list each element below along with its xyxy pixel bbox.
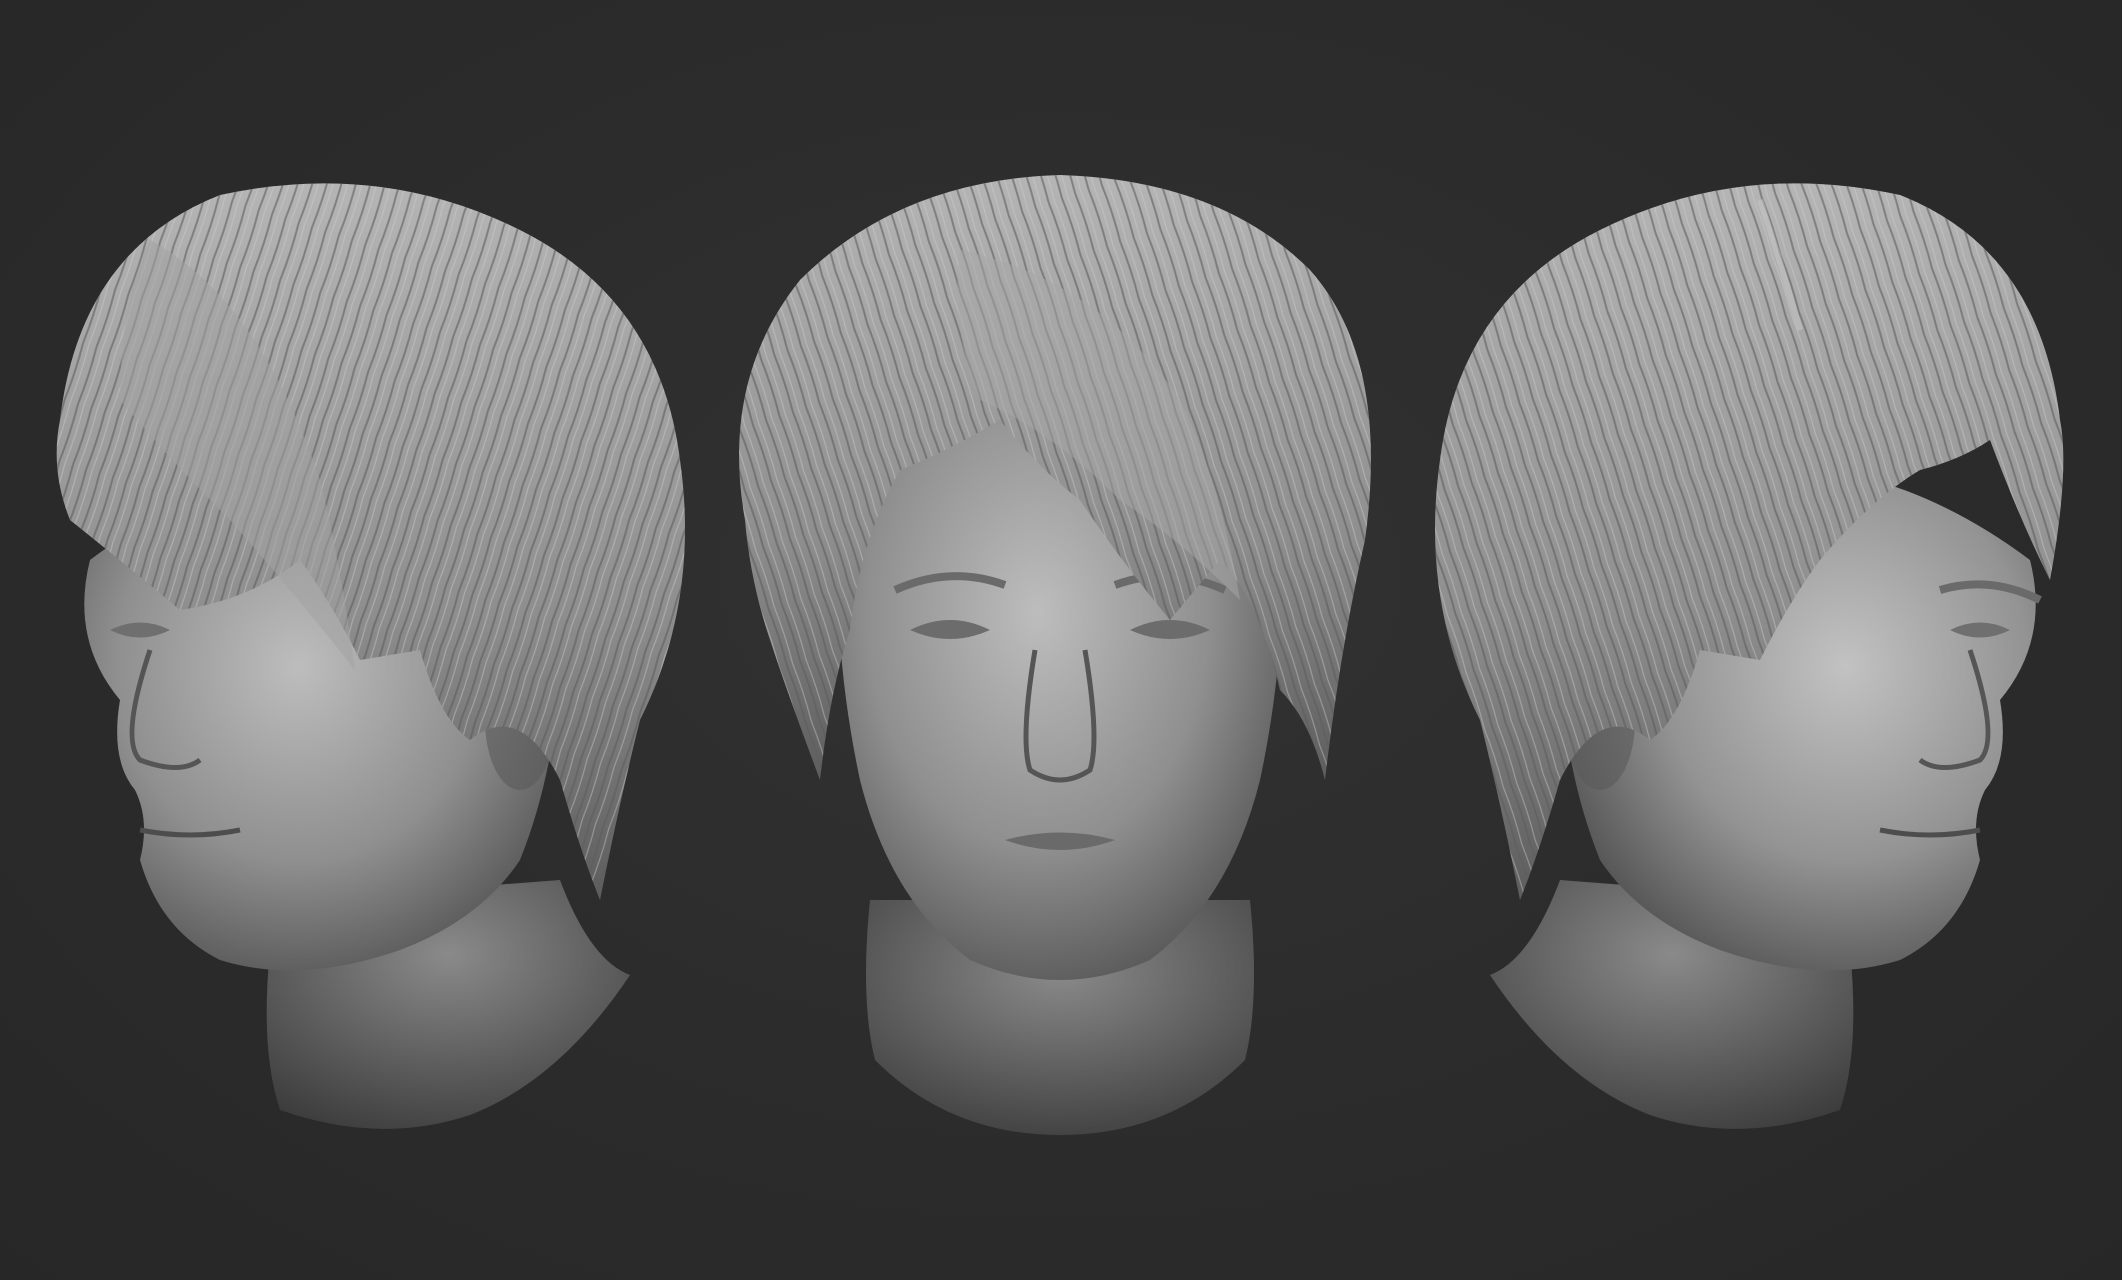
render-viewport [0, 0, 2122, 1280]
head-view-front [700, 0, 1420, 1280]
head-view-left [0, 0, 720, 1280]
head-view-right [1400, 0, 2122, 1280]
